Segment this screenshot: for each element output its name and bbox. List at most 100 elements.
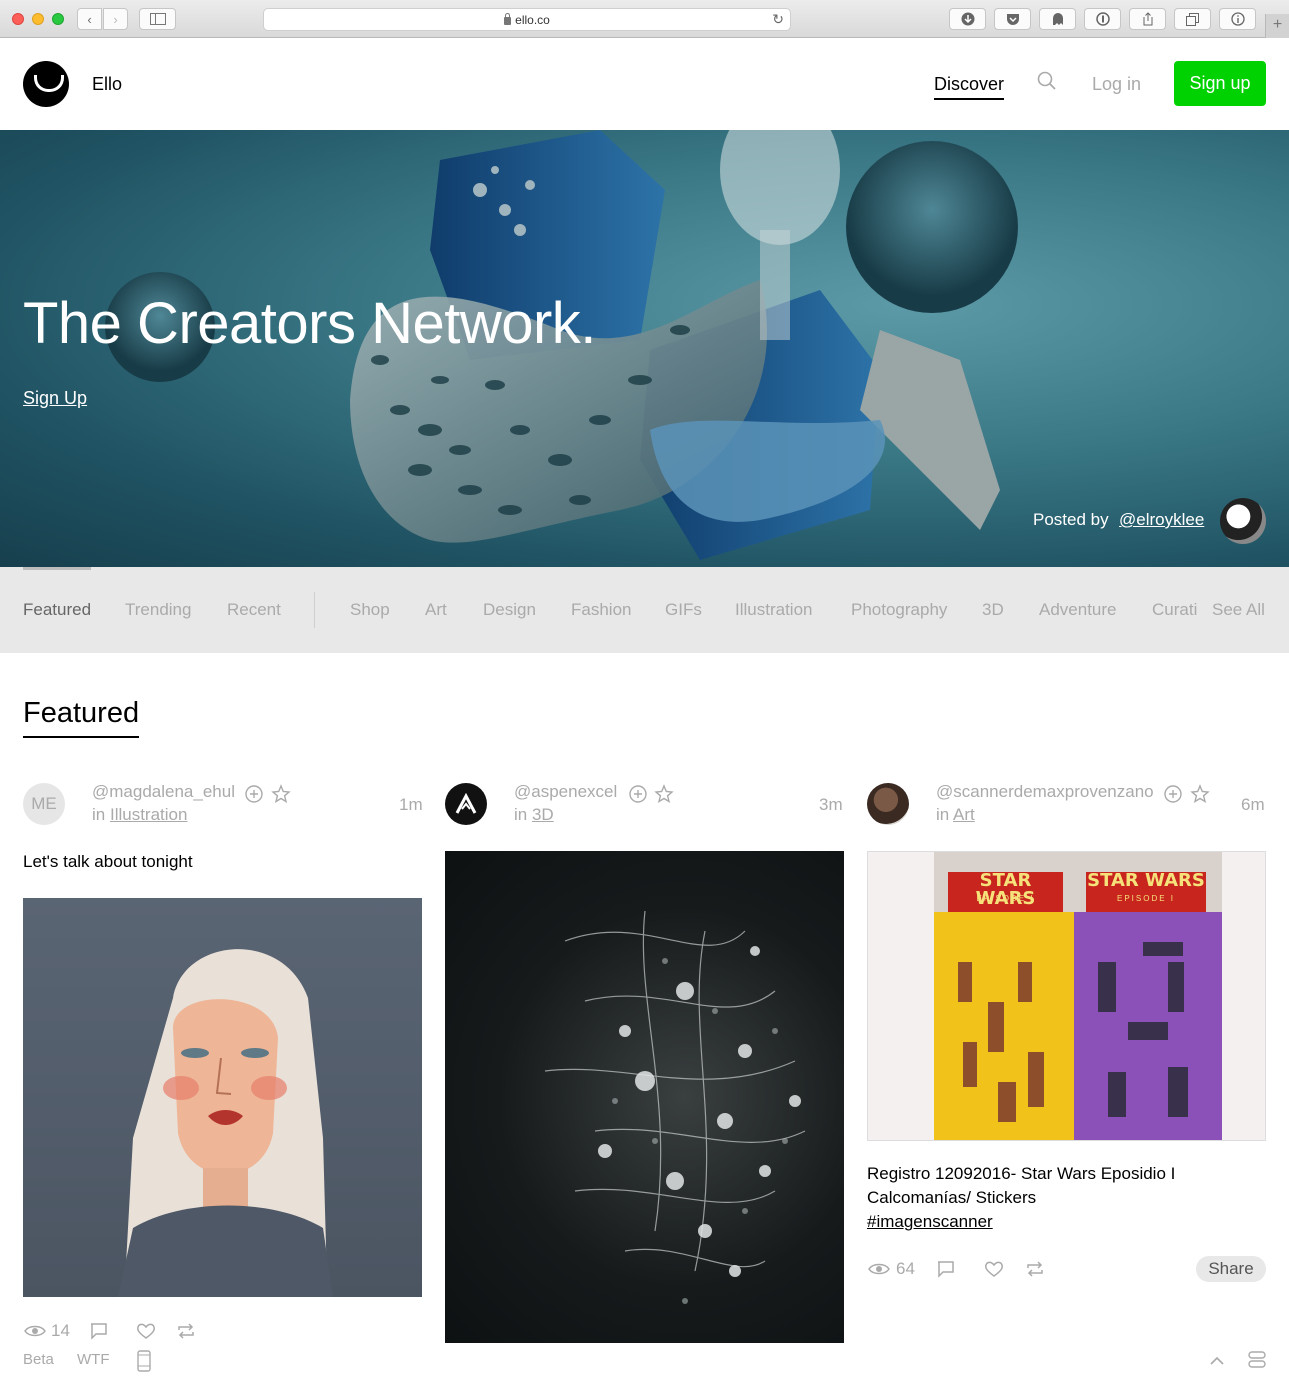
brand-name[interactable]: Ello — [92, 74, 122, 95]
tab-3d[interactable]: 3D — [982, 600, 1004, 620]
close-window-button[interactable] — [12, 13, 24, 25]
back-button[interactable]: ‹ — [77, 8, 102, 30]
hero-signup-link[interactable]: Sign Up — [23, 388, 87, 409]
avatar[interactable] — [867, 783, 909, 825]
post-timestamp: 3m — [819, 795, 843, 814]
tab-trending[interactable]: Trending — [125, 600, 191, 620]
view-count: 64 — [896, 1259, 915, 1278]
post-body-text: Let's talk about tonight — [23, 852, 193, 871]
heart-icon[interactable] — [136, 1322, 156, 1340]
share-button[interactable]: Share — [1196, 1256, 1266, 1282]
avatar[interactable]: ME — [23, 783, 65, 825]
nav-discover[interactable]: Discover — [934, 74, 1005, 100]
minimize-window-button[interactable] — [32, 13, 44, 25]
download-icon — [961, 12, 974, 26]
back-icon: ‹ — [87, 11, 92, 27]
sticker-subtitle: EPISODE I — [1116, 894, 1175, 903]
aspen-logo-icon — [455, 793, 477, 814]
tab-see-all[interactable]: See All — [1212, 600, 1265, 620]
wtf-link[interactable]: WTF — [77, 1351, 109, 1368]
hero-title: The Creators Network. — [23, 291, 596, 356]
sidebar-button[interactable] — [139, 8, 176, 30]
tab-art[interactable]: Art — [425, 600, 447, 620]
grid-toggle-icon[interactable] — [1248, 1351, 1266, 1369]
in-label: in — [936, 805, 950, 824]
tab-shop[interactable]: Shop — [350, 600, 390, 620]
sticker-sheet-image — [934, 852, 1222, 1140]
ghost-icon — [1052, 13, 1063, 25]
search-icon[interactable] — [1036, 70, 1058, 92]
comment-icon[interactable] — [936, 1260, 956, 1278]
tab-gifs[interactable]: GIFs — [665, 600, 702, 620]
tab-fashion[interactable]: Fashion — [571, 600, 631, 620]
tab-recent[interactable]: Recent — [227, 600, 281, 620]
follow-plus-icon[interactable] — [1163, 784, 1183, 804]
login-link[interactable]: Log in — [1092, 74, 1141, 95]
share-button[interactable] — [1129, 8, 1166, 30]
tab-curated[interactable]: Curati — [1152, 600, 1200, 620]
post-category-link[interactable]: Illustration — [110, 805, 187, 824]
follow-plus-icon[interactable] — [244, 784, 264, 804]
3d-render-artwork — [544, 910, 806, 1304]
lock-icon — [504, 12, 512, 25]
eye-icon — [868, 1263, 890, 1275]
repost-icon[interactable] — [176, 1322, 196, 1340]
star-icon[interactable] — [654, 784, 674, 804]
new-tab-button[interactable]: + — [1265, 14, 1289, 38]
star-icon[interactable] — [1190, 784, 1210, 804]
tab-design[interactable]: Design — [483, 600, 536, 620]
forward-button[interactable]: › — [103, 8, 128, 30]
mobile-icon[interactable] — [137, 1350, 151, 1372]
share-icon — [1143, 12, 1152, 26]
post-author-link[interactable]: @scannerdemaxprovenzano — [936, 782, 1154, 802]
post-image[interactable] — [445, 851, 844, 1343]
follow-plus-icon[interactable] — [628, 784, 648, 804]
post-category-line: in 3D — [514, 805, 554, 825]
post-category-link[interactable]: 3D — [532, 805, 554, 824]
chevron-up-icon[interactable] — [1209, 1354, 1225, 1366]
site-header: Ello Discover Log in Sign up — [0, 38, 1289, 130]
sidebar-icon — [149, 13, 166, 25]
post-category-link[interactable]: Art — [953, 805, 975, 824]
address-text: ello.co — [515, 12, 550, 27]
reload-icon[interactable]: ↻ — [772, 11, 784, 28]
sticker-title: STAR WARS — [1087, 870, 1205, 891]
post-body-text: Registro 12092016- Star Wars Eposidio I — [867, 1164, 1176, 1183]
post-author-link[interactable]: @magdalena_ehul — [92, 782, 235, 802]
info-button[interactable] — [1219, 8, 1256, 30]
post-image[interactable] — [23, 898, 422, 1297]
browser-toolbar: ‹ › ello.co ↻ + — [0, 0, 1289, 38]
info-icon — [1230, 12, 1245, 26]
tabs-button[interactable] — [1174, 8, 1211, 30]
hero-author-avatar[interactable] — [1220, 498, 1266, 544]
post-timestamp: 6m — [1241, 795, 1265, 814]
signup-button[interactable]: Sign up — [1174, 61, 1266, 106]
forward-icon: › — [113, 11, 118, 27]
tab-photography[interactable]: Photography — [851, 600, 947, 620]
repost-icon[interactable] — [1025, 1260, 1045, 1278]
address-bar[interactable]: ello.co ↻ — [263, 8, 791, 31]
pocket-icon — [1006, 13, 1019, 25]
ello-logo[interactable] — [23, 61, 69, 107]
hero-author-link[interactable]: @elroyklee — [1119, 510, 1204, 530]
zoom-window-button[interactable] — [52, 13, 64, 25]
active-tab-indicator — [23, 567, 91, 570]
tab-adventure[interactable]: Adventure — [1039, 600, 1117, 620]
star-icon[interactable] — [271, 784, 291, 804]
tab-illustration[interactable]: Illustration — [735, 600, 812, 620]
beta-link[interactable]: Beta — [23, 1351, 54, 1368]
post-author-link[interactable]: @aspenexcel — [514, 782, 617, 802]
comment-icon[interactable] — [89, 1322, 109, 1340]
tab-featured[interactable]: Featured — [23, 600, 91, 620]
post-image[interactable]: STAR WARS EPISODE I STAR WARS EPISODE I — [867, 851, 1266, 1141]
heart-icon[interactable] — [984, 1260, 1004, 1278]
hashtag-link[interactable]: #imagenscanner — [867, 1210, 993, 1234]
pocket-button[interactable] — [994, 8, 1031, 30]
category-nav: Featured Trending Recent Shop Art Design… — [0, 567, 1289, 653]
ghostery-button[interactable] — [1039, 8, 1076, 30]
post-body-text: Calcomanías/ Stickers — [867, 1188, 1037, 1207]
download-button[interactable] — [949, 8, 986, 30]
avatar[interactable] — [445, 783, 487, 825]
password-manager-button[interactable] — [1084, 8, 1121, 30]
page-title: Featured — [23, 697, 140, 738]
